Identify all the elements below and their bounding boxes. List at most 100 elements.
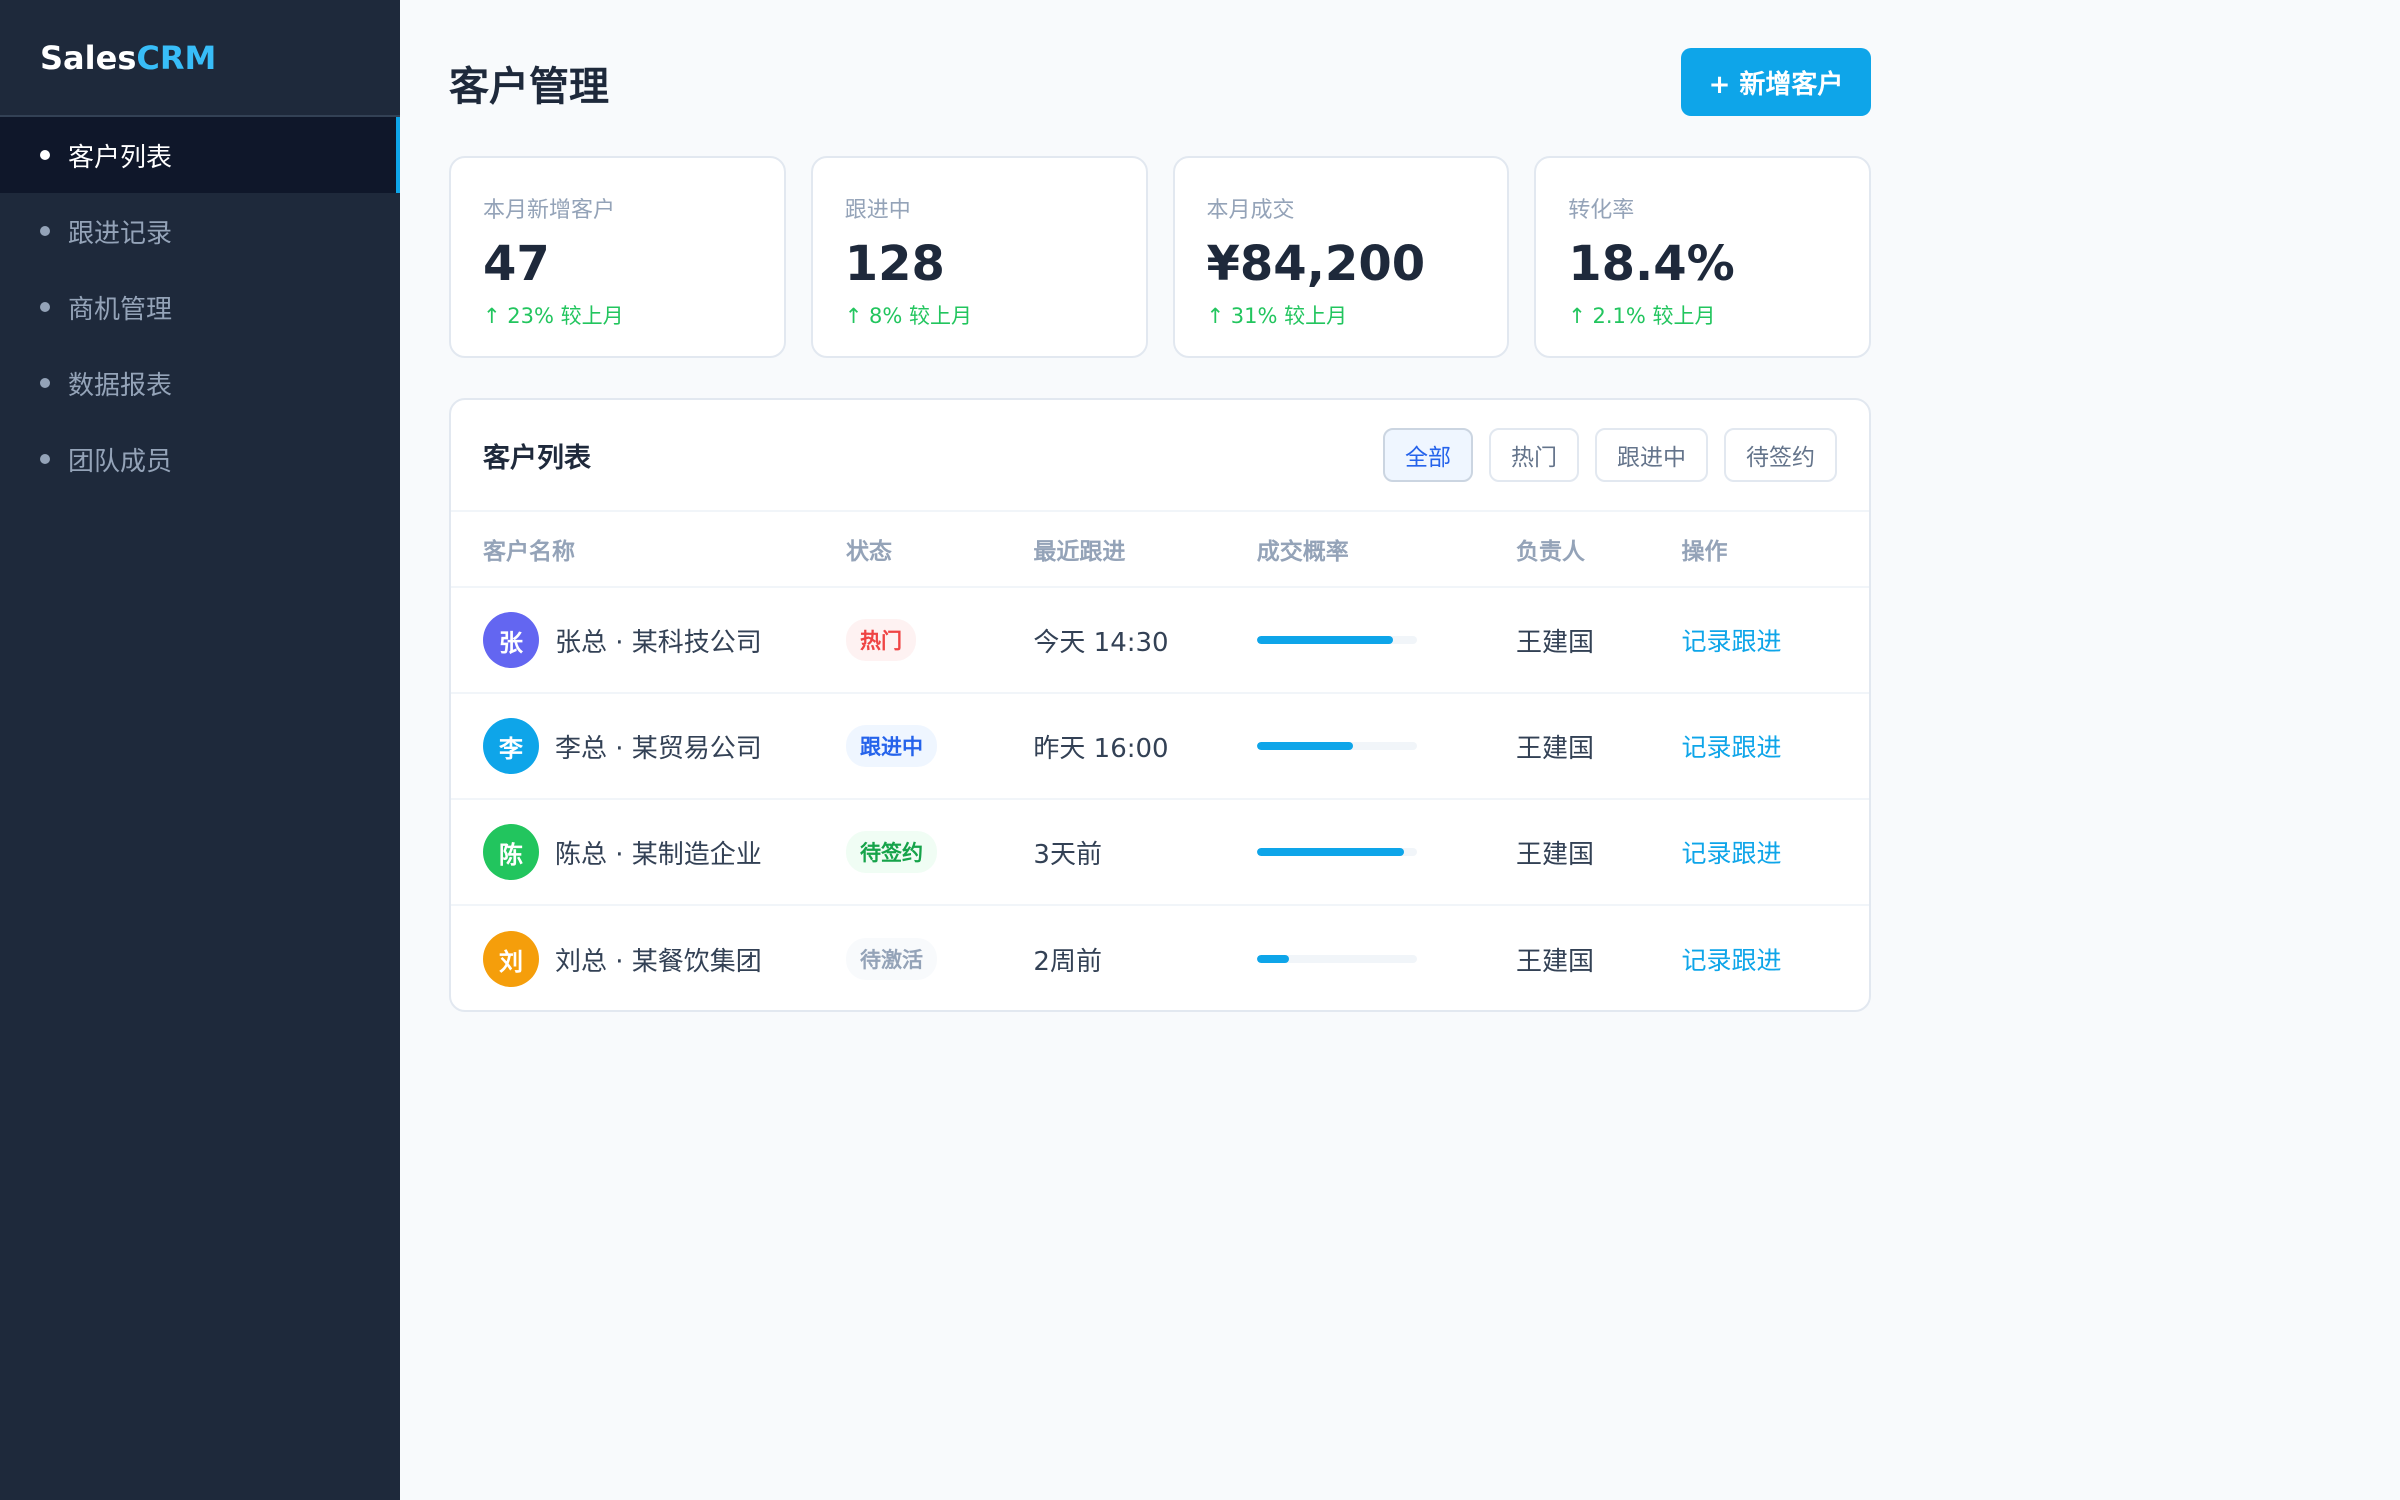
column-header: 状态: [845, 539, 892, 565]
last-follow-up: 今天 14:30: [1033, 627, 1169, 658]
probability-cell: [1256, 848, 1516, 856]
status-cell: 待签约: [845, 831, 1033, 873]
owner: 王建国: [1516, 839, 1595, 870]
table-row: 张张总 · 某科技公司 热门 今天 14:30 王建国 记录跟进: [451, 588, 1869, 694]
probability-bar-fill: [1256, 848, 1404, 856]
table-row: 刘刘总 · 某餐饮集团 待激活 2周前 王建国 记录跟进: [451, 906, 1869, 1010]
record-follow-up-link[interactable]: 记录跟进: [1682, 733, 1782, 762]
table-body: 张张总 · 某科技公司 热门 今天 14:30 王建国 记录跟进李李总 · 某贸易公司跟…: [451, 588, 1869, 1010]
probability-bar-fill: [1256, 742, 1353, 750]
customer-cell: 刘刘总 · 某餐饮集团: [451, 931, 846, 987]
probability-bar-fill: [1256, 636, 1393, 644]
sidebar-nav: 客户列表跟进记录商机管理数据报表团队成员: [0, 117, 400, 497]
status-cell: 热门: [845, 619, 1033, 661]
filter-group: 全部 热门 跟进中 待签约: [1383, 428, 1837, 482]
page-title: 客户管理: [449, 64, 609, 110]
bullet-dot-icon: [40, 378, 50, 388]
stat-delta: ↑ 2.1% 较上月: [1568, 304, 1716, 328]
action-cell: 记录跟进: [1682, 622, 1869, 658]
customer-cell: 李李总 · 某贸易公司: [451, 718, 846, 774]
filter-button[interactable]: 全部: [1383, 428, 1473, 482]
sidebar-item-2[interactable]: 商机管理: [0, 269, 400, 345]
column-header: 负责人: [1516, 539, 1586, 565]
status-badge: 待签约: [845, 831, 937, 873]
page-header: 客户管理 + 新增客户: [449, 48, 1871, 116]
stat-delta: ↑ 31% 较上月: [1206, 304, 1348, 328]
brand-part-sales: Sales: [40, 38, 137, 77]
table-header-row: 客户名称 状态 最近跟进 成交概率 负责人 操作: [451, 512, 1869, 588]
record-follow-up-link[interactable]: 记录跟进: [1682, 627, 1782, 656]
customer-name: 张总 · 某科技公司: [555, 627, 762, 658]
sidebar-item-label: 数据报表: [68, 370, 173, 401]
status-badge: 热门: [845, 619, 916, 661]
stat-card: 跟进中 128 ↑ 8% 较上月: [810, 156, 1148, 358]
probability-cell: [1256, 955, 1516, 963]
status-cell: 跟进中: [845, 725, 1033, 767]
stat-value: 18.4%: [1568, 236, 1735, 292]
customer-name: 陈总 · 某制造企业: [555, 839, 762, 870]
record-follow-up-link[interactable]: 记录跟进: [1682, 946, 1782, 975]
stat-delta: ↑ 8% 较上月: [844, 304, 973, 328]
table-row: 李李总 · 某贸易公司 跟进中 昨天 16:00 王建国 记录跟进: [451, 694, 1869, 800]
probability-cell: [1256, 742, 1516, 750]
last-follow-up: 2周前: [1033, 946, 1102, 977]
owner: 王建国: [1516, 733, 1595, 764]
customer-cell: 陈陈总 · 某制造企业: [451, 824, 846, 880]
table-title: 客户列表: [483, 442, 591, 474]
record-follow-up-link[interactable]: 记录跟进: [1682, 839, 1782, 868]
column-header: 客户名称: [483, 539, 575, 565]
sidebar-item-label: 商机管理: [68, 294, 173, 325]
table-row: 陈陈总 · 某制造企业 待签约 3天前 王建国 记录跟进: [451, 800, 1869, 906]
brand-part-crm: CRM: [136, 38, 217, 77]
status-badge: 跟进中: [845, 725, 937, 767]
column-header: 操作: [1681, 539, 1728, 565]
sidebar: Sales CRM 客户列表跟进记录商机管理数据报表团队成员: [0, 0, 400, 1500]
bullet-dot-icon: [40, 226, 50, 236]
status-cell: 待激活: [845, 938, 1033, 980]
customer-table-card: 客户列表 全部 热门 跟进中 待签约 客户名称 状态 最近跟进 成交概率 负责人 操作 张张总 …: [449, 398, 1871, 1012]
sidebar-item-1[interactable]: 跟进记录: [0, 193, 400, 269]
bullet-dot-icon: [40, 302, 50, 312]
stat-delta: ↑ 23% 较上月: [483, 304, 624, 328]
stat-label: 本月新增客户: [483, 198, 616, 223]
column-header: 成交概率: [1256, 539, 1349, 565]
probability-bar: [1256, 636, 1417, 644]
owner: 王建国: [1516, 946, 1595, 977]
probability-bar-fill: [1256, 955, 1289, 963]
stat-card: 本月新增客户 47 ↑ 23% 较上月: [449, 156, 786, 358]
customer-name: 刘总 · 某餐饮集团: [555, 946, 762, 977]
probability-cell: [1256, 636, 1516, 644]
action-cell: 记录跟进: [1682, 941, 1869, 977]
customer-cell: 张张总 · 某科技公司: [451, 612, 846, 668]
stats-row: 本月新增客户 47 ↑ 23% 较上月 跟进中 128 ↑ 8% 较上月 本月成交 ¥84,2…: [449, 156, 1871, 358]
avatar: 李: [483, 718, 539, 774]
brand-logo: Sales CRM: [0, 0, 400, 117]
action-cell: 记录跟进: [1682, 834, 1869, 870]
bullet-dot-icon: [40, 150, 50, 160]
filter-button[interactable]: 跟进中: [1595, 428, 1708, 482]
stat-value: ¥84,200: [1206, 236, 1426, 292]
probability-bar: [1256, 848, 1417, 856]
stat-label: 本月成交: [1206, 198, 1295, 223]
sidebar-item-3[interactable]: 数据报表: [0, 345, 400, 421]
status-badge: 待激活: [845, 938, 937, 980]
probability-bar: [1256, 955, 1417, 963]
customer-name: 李总 · 某贸易公司: [555, 733, 762, 764]
filter-button[interactable]: 热门: [1489, 428, 1579, 482]
sidebar-item-label: 跟进记录: [68, 218, 173, 249]
column-header: 最近跟进: [1033, 539, 1126, 565]
last-follow-up: 3天前: [1033, 839, 1102, 870]
add-customer-button[interactable]: + 新增客户: [1681, 48, 1871, 116]
sidebar-item-4[interactable]: 团队成员: [0, 421, 400, 497]
stat-label: 转化率: [1568, 198, 1635, 223]
avatar: 陈: [483, 824, 539, 880]
bullet-dot-icon: [40, 454, 50, 464]
sidebar-item-label: 团队成员: [68, 446, 173, 477]
sidebar-item-0[interactable]: 客户列表: [0, 117, 400, 193]
stat-card: 本月成交 ¥84,200 ↑ 31% 较上月: [1172, 156, 1510, 358]
sidebar-item-label: 客户列表: [68, 142, 173, 173]
filter-button[interactable]: 待签约: [1724, 428, 1837, 482]
table-card-header: 客户列表 全部 热门 跟进中 待签约: [451, 400, 1869, 512]
stat-label: 跟进中: [844, 198, 911, 223]
owner: 王建国: [1516, 627, 1595, 658]
